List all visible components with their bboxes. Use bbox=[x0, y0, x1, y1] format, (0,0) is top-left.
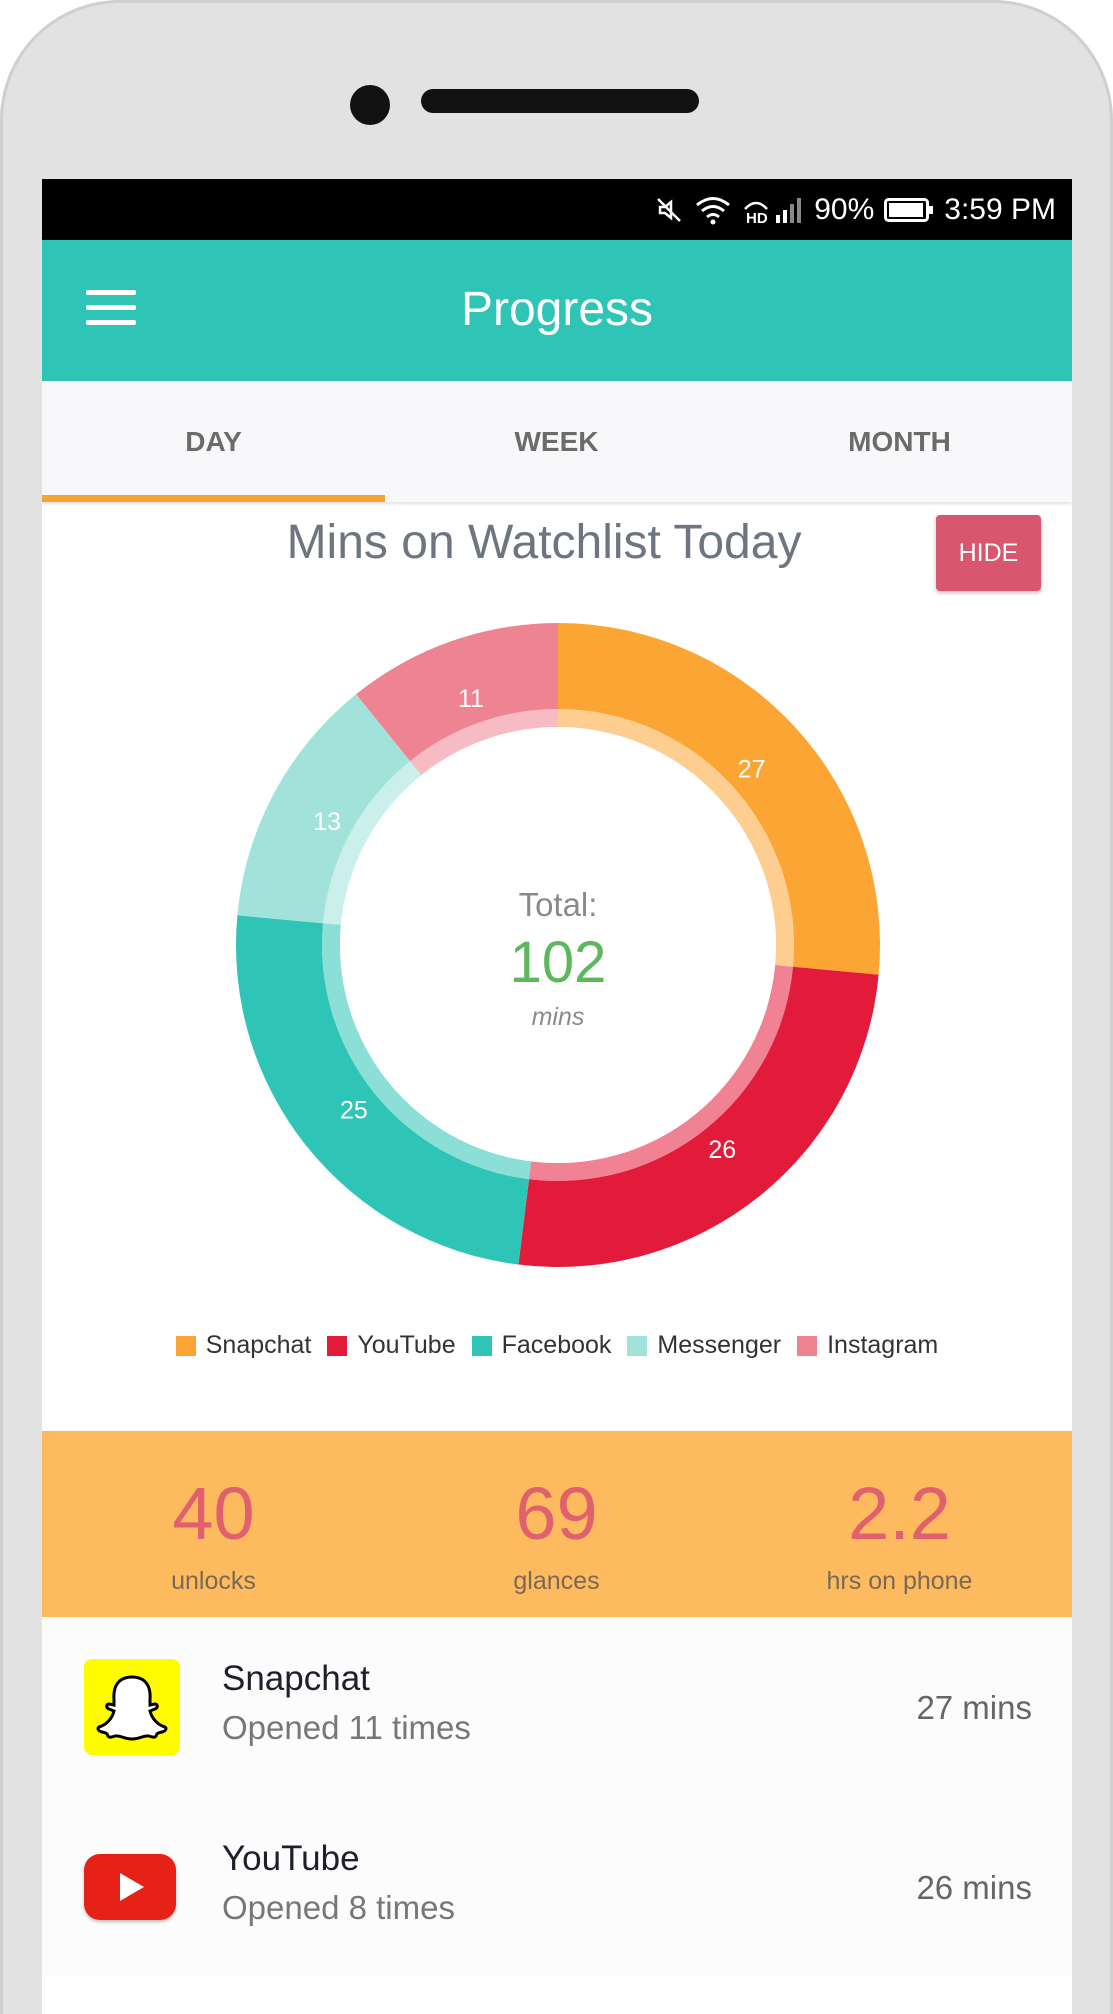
watchlist-donut-chart: Total: 102 mins 27 26 25 13 11 bbox=[235, 623, 881, 1267]
legend-item-snapchat: Snapchat bbox=[175, 1331, 312, 1360]
legend-swatch bbox=[175, 1335, 196, 1356]
legend-swatch bbox=[327, 1335, 348, 1356]
legend-item-messenger: Messenger bbox=[627, 1331, 781, 1360]
stat-label: hrs on phone bbox=[826, 1567, 973, 1595]
legend-item-youtube: YouTube bbox=[327, 1331, 456, 1360]
stat-label: glances bbox=[513, 1567, 600, 1595]
app-open-count: Opened 8 times bbox=[222, 1889, 455, 1926]
stat-value: 40 bbox=[172, 1472, 255, 1555]
app-open-count: Opened 11 times bbox=[222, 1709, 471, 1746]
total-value: 102 bbox=[510, 930, 607, 995]
legend-item-facebook: Facebook bbox=[471, 1331, 612, 1360]
app-name: YouTube bbox=[222, 1839, 360, 1878]
chart-legend: Snapchat YouTube Facebook Messenger Instagra… bbox=[42, 1331, 1072, 1360]
legend-swatch bbox=[797, 1335, 818, 1356]
donut-value-label: 11 bbox=[458, 685, 484, 713]
app-row-snapchat[interactable]: Snapchat Opened 11 times 27 mins bbox=[42, 1617, 1072, 1797]
stat-value: 69 bbox=[515, 1472, 598, 1555]
legend-item-instagram: Instagram bbox=[797, 1331, 938, 1360]
legend-label: Instagram bbox=[827, 1331, 939, 1359]
app-minutes: 26 mins bbox=[916, 1869, 1032, 1906]
total-unit: mins bbox=[532, 1003, 585, 1031]
app-screen: HD 90% 3:59 PM Progress DAY WEEK MONTH M… bbox=[42, 179, 1072, 2014]
donut-value-label: 27 bbox=[738, 755, 766, 783]
app-minutes: 27 mins bbox=[916, 1689, 1032, 1726]
app-name: Snapchat bbox=[222, 1659, 370, 1698]
stat-unlocks: 40 unlocks bbox=[42, 1431, 385, 1617]
stat-hrs-on-phone: 2.2 hrs on phone bbox=[728, 1431, 1071, 1617]
total-label: Total: bbox=[519, 886, 598, 923]
donut-value-label: 13 bbox=[313, 808, 341, 836]
stat-value: 2.2 bbox=[848, 1472, 951, 1555]
stats-band: 40 unlocks 69 glances 2.2 hrs on phone bbox=[42, 1431, 1072, 1617]
stat-glances: 69 glances bbox=[385, 1431, 728, 1617]
legend-swatch bbox=[471, 1335, 492, 1356]
legend-label: Facebook bbox=[501, 1331, 612, 1359]
stat-label: unlocks bbox=[171, 1567, 256, 1595]
speaker-grille bbox=[421, 89, 699, 113]
legend-label: Messenger bbox=[657, 1331, 782, 1359]
legend-label: YouTube bbox=[357, 1331, 456, 1359]
camera-dot bbox=[350, 85, 390, 125]
snapchat-icon bbox=[84, 1659, 180, 1755]
legend-label: Snapchat bbox=[205, 1331, 312, 1359]
donut-value-label: 26 bbox=[708, 1136, 736, 1164]
legend-swatch bbox=[627, 1335, 648, 1356]
donut-value-label: 25 bbox=[340, 1096, 368, 1124]
youtube-icon bbox=[84, 1854, 176, 1920]
app-row-youtube[interactable]: YouTube Opened 8 times 26 mins bbox=[42, 1797, 1072, 1977]
